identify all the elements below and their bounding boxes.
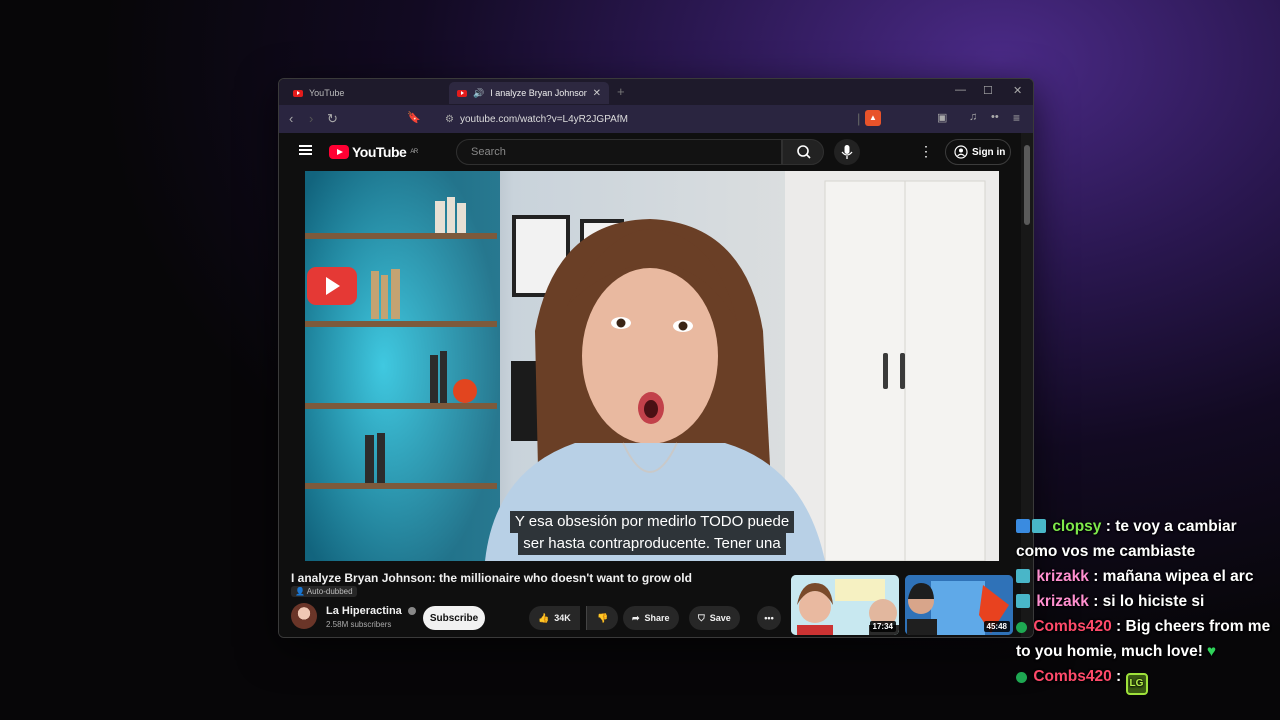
chat-text: te voy a cambiar como vos me cambiaste [1016, 518, 1237, 560]
chat-username: clopsy [1052, 518, 1102, 535]
share-label: Share [644, 613, 670, 623]
verified-icon [407, 607, 416, 616]
address-bar[interactable]: ⚙ youtube.com/watch?v=L4yR2JGPAfM [439, 109, 869, 129]
dislike-button[interactable]: 👎 [586, 606, 619, 630]
region-code: AR [410, 149, 418, 155]
subscribe-button[interactable]: Subscribe [423, 606, 485, 630]
search-icon [797, 145, 811, 159]
chat-username: Combs420 [1033, 668, 1112, 685]
youtube-header: YouTube AR Search ⋮ Sign in [279, 133, 1023, 171]
subscriber-count: 2.58M subscribers [326, 620, 392, 629]
save-label: Save [709, 613, 731, 623]
dub-icon: 👤 [295, 587, 305, 596]
video-duration: 17:34 [869, 621, 896, 632]
channel-avatar[interactable] [291, 603, 317, 629]
browser-toolbar: ‹ › ↻ 🔖 ⚙ youtube.com/watch?v=L4yR2JGPAf… [279, 105, 1033, 133]
youtube-play-icon [329, 145, 349, 159]
bookmark-save-icon: ⛉ [698, 612, 705, 623]
video-player[interactable]: Y esa obsesión por medirlo TODO puede se… [305, 171, 999, 561]
related-video-1[interactable]: 17:34 [791, 575, 899, 635]
speaker-icon: 🔊 [473, 87, 485, 98]
forward-icon[interactable]: › [309, 111, 313, 126]
share-button[interactable]: ➦ Share [623, 606, 679, 630]
scrollbar-thumb[interactable] [1024, 145, 1030, 225]
hamburger-menu-icon[interactable] [299, 145, 312, 155]
more-options-icon[interactable]: ⋮ [919, 143, 933, 160]
youtube-page: YouTube AR Search ⋮ Sign in Y esa obsesi… [279, 133, 1023, 637]
chat-message: clopsy : te voy a cambiar como vos me ca… [1016, 518, 1237, 560]
chat-username: krizakk [1036, 593, 1089, 610]
chat-username: Combs420 [1033, 618, 1112, 635]
youtube-favicon-icon [457, 89, 467, 97]
thumbs-down-icon: 👎 [597, 612, 609, 623]
tab-bar: YouTube 🔊 I analyze Bryan Johnson: the m… [279, 79, 1033, 105]
browser-window: YouTube 🔊 I analyze Bryan Johnson: the m… [278, 78, 1034, 638]
chat-text: si lo hiciste si [1102, 593, 1205, 610]
captions: Y esa obsesión por medirlo TODO puede se… [487, 511, 817, 555]
video-frame [305, 171, 999, 561]
search-input[interactable]: Search [456, 139, 782, 165]
video-title: I analyze Bryan Johnson: the millionaire… [291, 571, 692, 585]
youtube-logo[interactable]: YouTube AR [329, 144, 418, 160]
subscriber-badge-icon [1032, 519, 1046, 533]
voice-search-button[interactable] [834, 139, 860, 165]
verified-check-badge-icon [1016, 672, 1027, 683]
close-tab-icon[interactable]: ✕ [593, 88, 601, 99]
chat-message: Combs420 : LG [1016, 664, 1280, 695]
like-button[interactable]: 👍 34K [529, 606, 580, 630]
related-video-2[interactable]: 45:48 [905, 575, 1013, 635]
tab-title: I analyze Bryan Johnson: the m [490, 88, 586, 98]
tab-video[interactable]: 🔊 I analyze Bryan Johnson: the m ✕ [449, 82, 609, 104]
more-actions-button[interactable]: ••• [757, 606, 781, 630]
channel-name[interactable]: La Hiperactina [326, 605, 416, 617]
save-button[interactable]: ⛉ Save [689, 606, 740, 630]
extensions-icon[interactable]: •• [991, 111, 999, 123]
like-count: 34K [554, 613, 571, 623]
chat-emote-icon: LG [1125, 673, 1148, 695]
search-button[interactable] [782, 139, 824, 165]
url-text: youtube.com/watch?v=L4yR2JGPAfM [459, 113, 628, 125]
brave-shields-icon[interactable]: ▲ [865, 110, 881, 126]
account-icon [954, 145, 968, 159]
divider: | [857, 111, 861, 126]
chat-message: krizakk : mañana wipea el arc [1016, 564, 1280, 589]
auto-dubbed-badge: 👤 Auto-dubbed [291, 586, 357, 597]
auto-dubbed-label: Auto-dubbed [306, 587, 353, 596]
chat-message: krizakk : si lo hiciste si [1016, 589, 1280, 614]
maximize-icon[interactable]: ☐ [983, 84, 993, 97]
channel-name-text: La Hiperactina [326, 605, 402, 617]
share-icon: ➦ [632, 612, 640, 623]
sign-in-button[interactable]: Sign in [945, 139, 1011, 165]
video-duration: 45:48 [983, 621, 1010, 632]
back-icon[interactable]: ‹ [289, 111, 293, 126]
minimize-icon[interactable]: — [955, 84, 966, 96]
bookmark-icon[interactable]: 🔖 [407, 111, 421, 124]
chat-text: mañana wipea el arc [1102, 568, 1254, 585]
thumbs-up-icon: 👍 [538, 612, 550, 623]
subscriber-badge-icon [1016, 594, 1030, 608]
green-heart-icon: ♥ [1206, 643, 1217, 660]
stream-chat-overlay: clopsy : te voy a cambiar como vos me ca… [1016, 514, 1280, 695]
tab-youtube[interactable]: YouTube [285, 82, 445, 104]
verified-check-badge-icon [1016, 622, 1027, 633]
chat-username: krizakk [1036, 568, 1089, 585]
microphone-icon [841, 145, 853, 159]
more-horizontal-icon: ••• [764, 613, 774, 623]
caption-line: Y esa obsesión por medirlo TODO puede [509, 511, 795, 533]
menu-icon[interactable]: ≡ [1013, 111, 1020, 125]
close-window-icon[interactable]: ✕ [1013, 84, 1022, 97]
site-settings-icon[interactable]: ⚙ [445, 114, 454, 125]
chat-message: Combs420 : Big cheers from me to you hom… [1016, 614, 1280, 664]
reload-icon[interactable]: ↻ [327, 111, 338, 127]
subscriber-badge-icon [1016, 569, 1030, 583]
screenshot-icon[interactable]: ▣ [937, 111, 947, 124]
music-icon[interactable]: ♫ [969, 111, 977, 123]
new-tab-icon[interactable]: + [617, 84, 625, 99]
tab-title: YouTube [309, 88, 345, 98]
youtube-favicon-icon [293, 89, 303, 97]
sign-in-label: Sign in [972, 146, 1006, 158]
prime-badge-icon [1016, 519, 1030, 533]
caption-line: ser hasta contraproducente. Tener una [518, 533, 786, 555]
logo-text: YouTube [352, 144, 407, 160]
